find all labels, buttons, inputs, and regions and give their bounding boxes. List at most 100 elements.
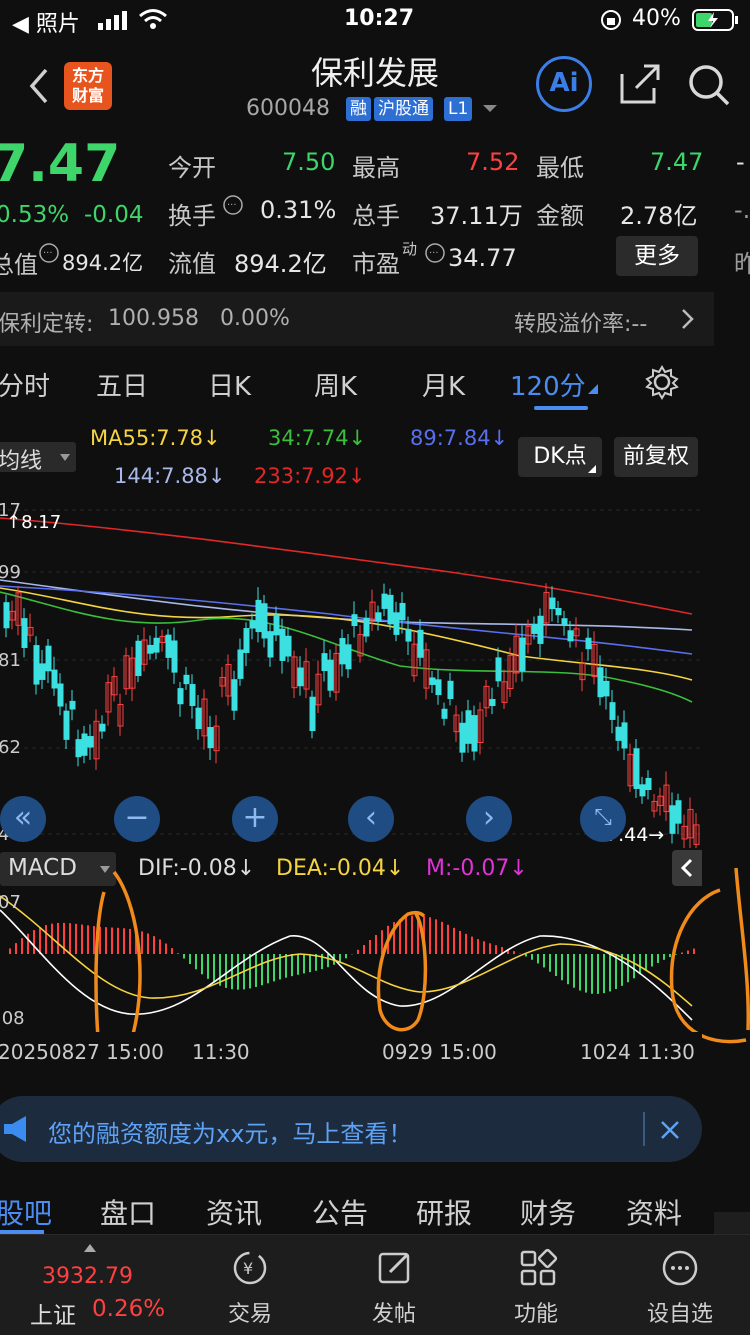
scroll-left-button[interactable]: ‹ — [348, 796, 394, 842]
candle-down — [465, 710, 472, 744]
tab-five-day[interactable]: 五日 — [96, 366, 148, 403]
tab-finance[interactable]: 财务 — [520, 1192, 576, 1232]
candle-down — [567, 630, 574, 642]
candle-down — [75, 739, 82, 758]
level1-tag: L1 — [444, 97, 473, 121]
share-icon[interactable] — [618, 62, 662, 106]
tab-guba[interactable]: 股吧 — [0, 1192, 52, 1232]
gear-icon[interactable] — [644, 364, 680, 400]
x-label-1: 11:30 — [192, 1040, 250, 1064]
candle-down — [381, 593, 388, 609]
ma89-label: 89:7.84↓ — [410, 426, 509, 450]
candle-down — [555, 608, 562, 616]
more-dots-icon[interactable] — [660, 1248, 700, 1288]
change-percent: 0.53% — [0, 202, 70, 228]
float-label: 流值 — [168, 250, 216, 278]
tab-news[interactable]: 资讯 — [206, 1192, 262, 1232]
candle-down — [603, 680, 610, 697]
index-value: 3932.79 — [42, 1264, 133, 1289]
scroll-right-button[interactable]: › — [466, 796, 512, 842]
candle-down — [63, 710, 70, 740]
expand-up-icon[interactable] — [84, 1244, 96, 1252]
candle-down — [87, 736, 94, 748]
tab-intraday[interactable]: 分时 — [0, 366, 50, 403]
chevron-right-icon[interactable] — [680, 308, 696, 330]
tab-announcements[interactable]: 公告 — [312, 1192, 368, 1232]
tab-weekly-k[interactable]: 周K — [314, 366, 357, 403]
candle-down — [531, 623, 538, 634]
battery-percent: 40% — [632, 6, 681, 31]
tab-pankou[interactable]: 盘口 — [100, 1192, 156, 1232]
dropdown-icon[interactable] — [482, 104, 498, 114]
open-label: 今开 — [168, 154, 216, 182]
dk-corner-icon — [588, 465, 596, 473]
candle-down — [177, 688, 184, 705]
nav-add-watchlist[interactable]: 设自选 — [630, 1296, 730, 1328]
candle-down — [21, 618, 28, 648]
nav-functions[interactable]: 功能 — [496, 1296, 576, 1328]
candle-down — [387, 594, 394, 625]
rotation-lock-icon — [601, 10, 621, 30]
candle-down — [135, 640, 142, 677]
candle-down — [189, 684, 196, 706]
ma144-line — [0, 579, 693, 631]
kline-chart[interactable] — [0, 496, 702, 848]
nav-post[interactable]: 发帖 — [354, 1296, 434, 1328]
turnover-value: 0.31% — [260, 196, 337, 224]
candle-down — [393, 612, 400, 635]
tab-120min[interactable]: 120分 — [510, 366, 586, 403]
ma233-label: 233:7.92↓ — [254, 464, 366, 488]
candle-down — [45, 645, 52, 672]
back-to-photos[interactable]: ◀ 照片 — [12, 6, 80, 38]
zoom-in-button[interactable]: + — [232, 796, 278, 842]
pe-dynamic-sup: 动 — [402, 240, 418, 258]
ma-selector[interactable]: 均线 — [0, 442, 76, 474]
nav-trade[interactable]: 交易 — [210, 1296, 290, 1328]
index-name: 上证 — [30, 1303, 76, 1329]
info-icon[interactable]: ··· — [38, 242, 60, 264]
more-button[interactable]: 更多 — [616, 236, 698, 276]
close-icon[interactable] — [658, 1118, 682, 1142]
status-bar: ◀ 照片 10:27 40% — [0, 0, 750, 40]
candle-down — [261, 603, 268, 639]
candle-down — [207, 727, 214, 749]
scroll-left-fast-button[interactable]: « — [0, 796, 46, 842]
candle-down — [459, 722, 466, 753]
turnover-info-icon[interactable]: ··· — [222, 194, 244, 216]
zoom-out-button[interactable]: − — [114, 796, 160, 842]
fullscreen-button[interactable]: ⤡ — [580, 796, 626, 842]
candle-down — [195, 707, 202, 730]
banner-divider — [643, 1112, 645, 1146]
candle-down — [549, 597, 556, 610]
tab-research[interactable]: 研报 — [416, 1192, 472, 1232]
candle-down — [417, 629, 424, 658]
search-icon[interactable] — [686, 62, 732, 108]
candle-down — [165, 634, 172, 658]
candle-down — [405, 628, 412, 642]
post-icon[interactable] — [376, 1248, 416, 1288]
conv-bond-name: 保利定转: — [0, 312, 94, 337]
candle-down — [3, 602, 10, 629]
svg-text:···: ··· — [43, 248, 53, 259]
tab-monthly-k[interactable]: 月K — [422, 366, 465, 403]
mktcap-label: 总值 — [0, 251, 38, 279]
turnover-label: 换手 — [168, 202, 216, 230]
margin-tag: 融 — [346, 97, 371, 121]
svg-text:¥: ¥ — [243, 1259, 253, 1278]
x-label-0: 20250827 15:00 — [0, 1040, 164, 1064]
tab-profile[interactable]: 资料 — [626, 1192, 682, 1232]
pe-label: 市盈 — [352, 250, 400, 278]
pe-info-icon[interactable]: ··· — [424, 242, 446, 264]
fuquan-button[interactable]: 前复权 — [614, 437, 698, 477]
candle-down — [639, 784, 646, 797]
candle-down — [633, 748, 640, 789]
low-value: 7.47 — [650, 148, 704, 176]
candle-down — [321, 653, 328, 672]
functions-icon[interactable] — [518, 1248, 558, 1288]
signal-icon — [98, 11, 127, 30]
tab-daily-k[interactable]: 日K — [208, 366, 251, 403]
side-strip — [714, 1212, 750, 1234]
trade-icon[interactable]: ¥ — [230, 1248, 270, 1288]
candle-down — [429, 677, 436, 685]
ai-button[interactable]: Ai — [536, 56, 592, 112]
